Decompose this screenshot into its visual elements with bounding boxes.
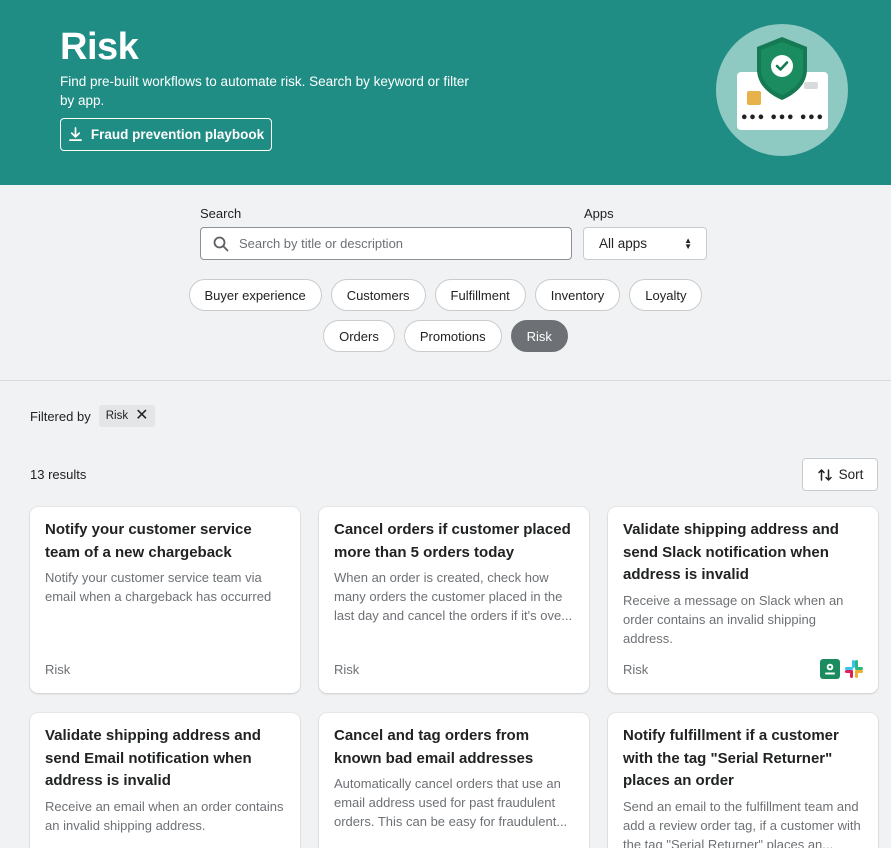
chip-buyer-experience[interactable]: Buyer experience — [188, 279, 322, 311]
search-icon — [213, 236, 229, 251]
chip-loyalty[interactable]: Loyalty — [629, 279, 703, 311]
card-title: Cancel orders if customer placed more th… — [334, 521, 571, 561]
card-title: Validate shipping address and send Slack… — [623, 521, 839, 583]
sort-button[interactable]: Sort — [802, 458, 878, 491]
card-category: Risk — [45, 662, 71, 677]
sort-icon — [817, 468, 832, 481]
apps-label: Apps — [584, 206, 614, 221]
close-icon[interactable]: ✕ — [135, 408, 148, 424]
search-input[interactable] — [239, 236, 549, 251]
chip-fulfillment[interactable]: Fulfillment — [434, 279, 526, 311]
page-title: Risk — [60, 26, 139, 68]
page-description: Find pre-built workflows to automate ris… — [60, 74, 469, 108]
workflow-card[interactable]: Notify your customer service team of a n… — [30, 507, 300, 693]
fraud-playbook-button[interactable]: Fraud prevention playbook — [60, 118, 272, 151]
workflow-card[interactable]: Notify fulfillment if a customer with th… — [608, 713, 878, 848]
svg-text:••• ••• •••: ••• ••• ••• — [740, 111, 824, 126]
card-description: Automatically cancel orders that use an … — [334, 776, 568, 829]
card-title: Validate shipping address and send Email… — [45, 727, 261, 789]
search-field[interactable] — [200, 227, 572, 260]
card-description: Notify your customer service team via em… — [45, 570, 272, 604]
chip-promotions[interactable]: Promotions — [403, 320, 502, 352]
slack-icon — [845, 660, 863, 678]
workflow-card[interactable]: Cancel orders if customer placed more th… — [319, 507, 589, 693]
card-description: When an order is created, check how many… — [334, 570, 573, 623]
sort-label: Sort — [838, 467, 864, 482]
category-chips-row-1: Buyer experience Customers Fulfillment I… — [0, 279, 891, 311]
category-chips-row-2: Orders Promotions Risk — [0, 320, 891, 352]
page-header: Risk Find pre-built workflows to automat… — [0, 0, 891, 185]
filter-tag-label: Risk — [105, 410, 129, 422]
workflow-card[interactable]: Validate shipping address and send Slack… — [608, 507, 878, 693]
filtered-by-label: Filtered by — [30, 408, 91, 424]
card-category: Risk — [334, 662, 360, 677]
card-description: Receive an email when an order contains … — [45, 799, 284, 833]
chip-orders[interactable]: Orders — [323, 320, 395, 352]
workflow-card[interactable]: Validate shipping address and send Email… — [30, 713, 300, 848]
risk-shield-card-illustration: ••• ••• ••• — [716, 24, 848, 156]
chip-customers[interactable]: Customers — [330, 279, 426, 311]
fraud-playbook-label: Fraud prevention playbook — [90, 127, 265, 142]
card-category: Risk — [623, 662, 649, 677]
filter-tag: Risk ✕ — [98, 405, 156, 427]
chip-inventory[interactable]: Inventory — [534, 279, 621, 311]
select-arrows-icon: ▲ ▼ — [684, 236, 692, 251]
chip-risk[interactable]: Risk — [510, 320, 568, 352]
card-title: Cancel and tag orders from known bad ema… — [334, 727, 534, 767]
card-title: Notify your customer service team of a n… — [45, 521, 252, 561]
apps-select-value: All apps — [599, 236, 648, 251]
card-app-icons — [820, 659, 864, 679]
workflow-card[interactable]: Cancel and tag orders from known bad ema… — [319, 713, 589, 848]
search-filter-section: Search Apps All apps ▲▼ Buyer experience… — [0, 185, 891, 381]
active-filters: Filtered by Risk ✕ — [30, 405, 156, 427]
card-description: Send an email to the fulfillment team an… — [623, 799, 861, 848]
download-icon — [68, 127, 82, 141]
search-label: Search — [200, 206, 242, 221]
address-validator-icon — [820, 659, 840, 679]
results-count: 13 results — [30, 467, 87, 482]
card-title: Notify fulfillment if a customer with th… — [623, 727, 839, 789]
apps-select[interactable]: All apps ▲ ▼ — [583, 227, 707, 260]
card-description: Receive a message on Slack when an order… — [623, 593, 844, 646]
